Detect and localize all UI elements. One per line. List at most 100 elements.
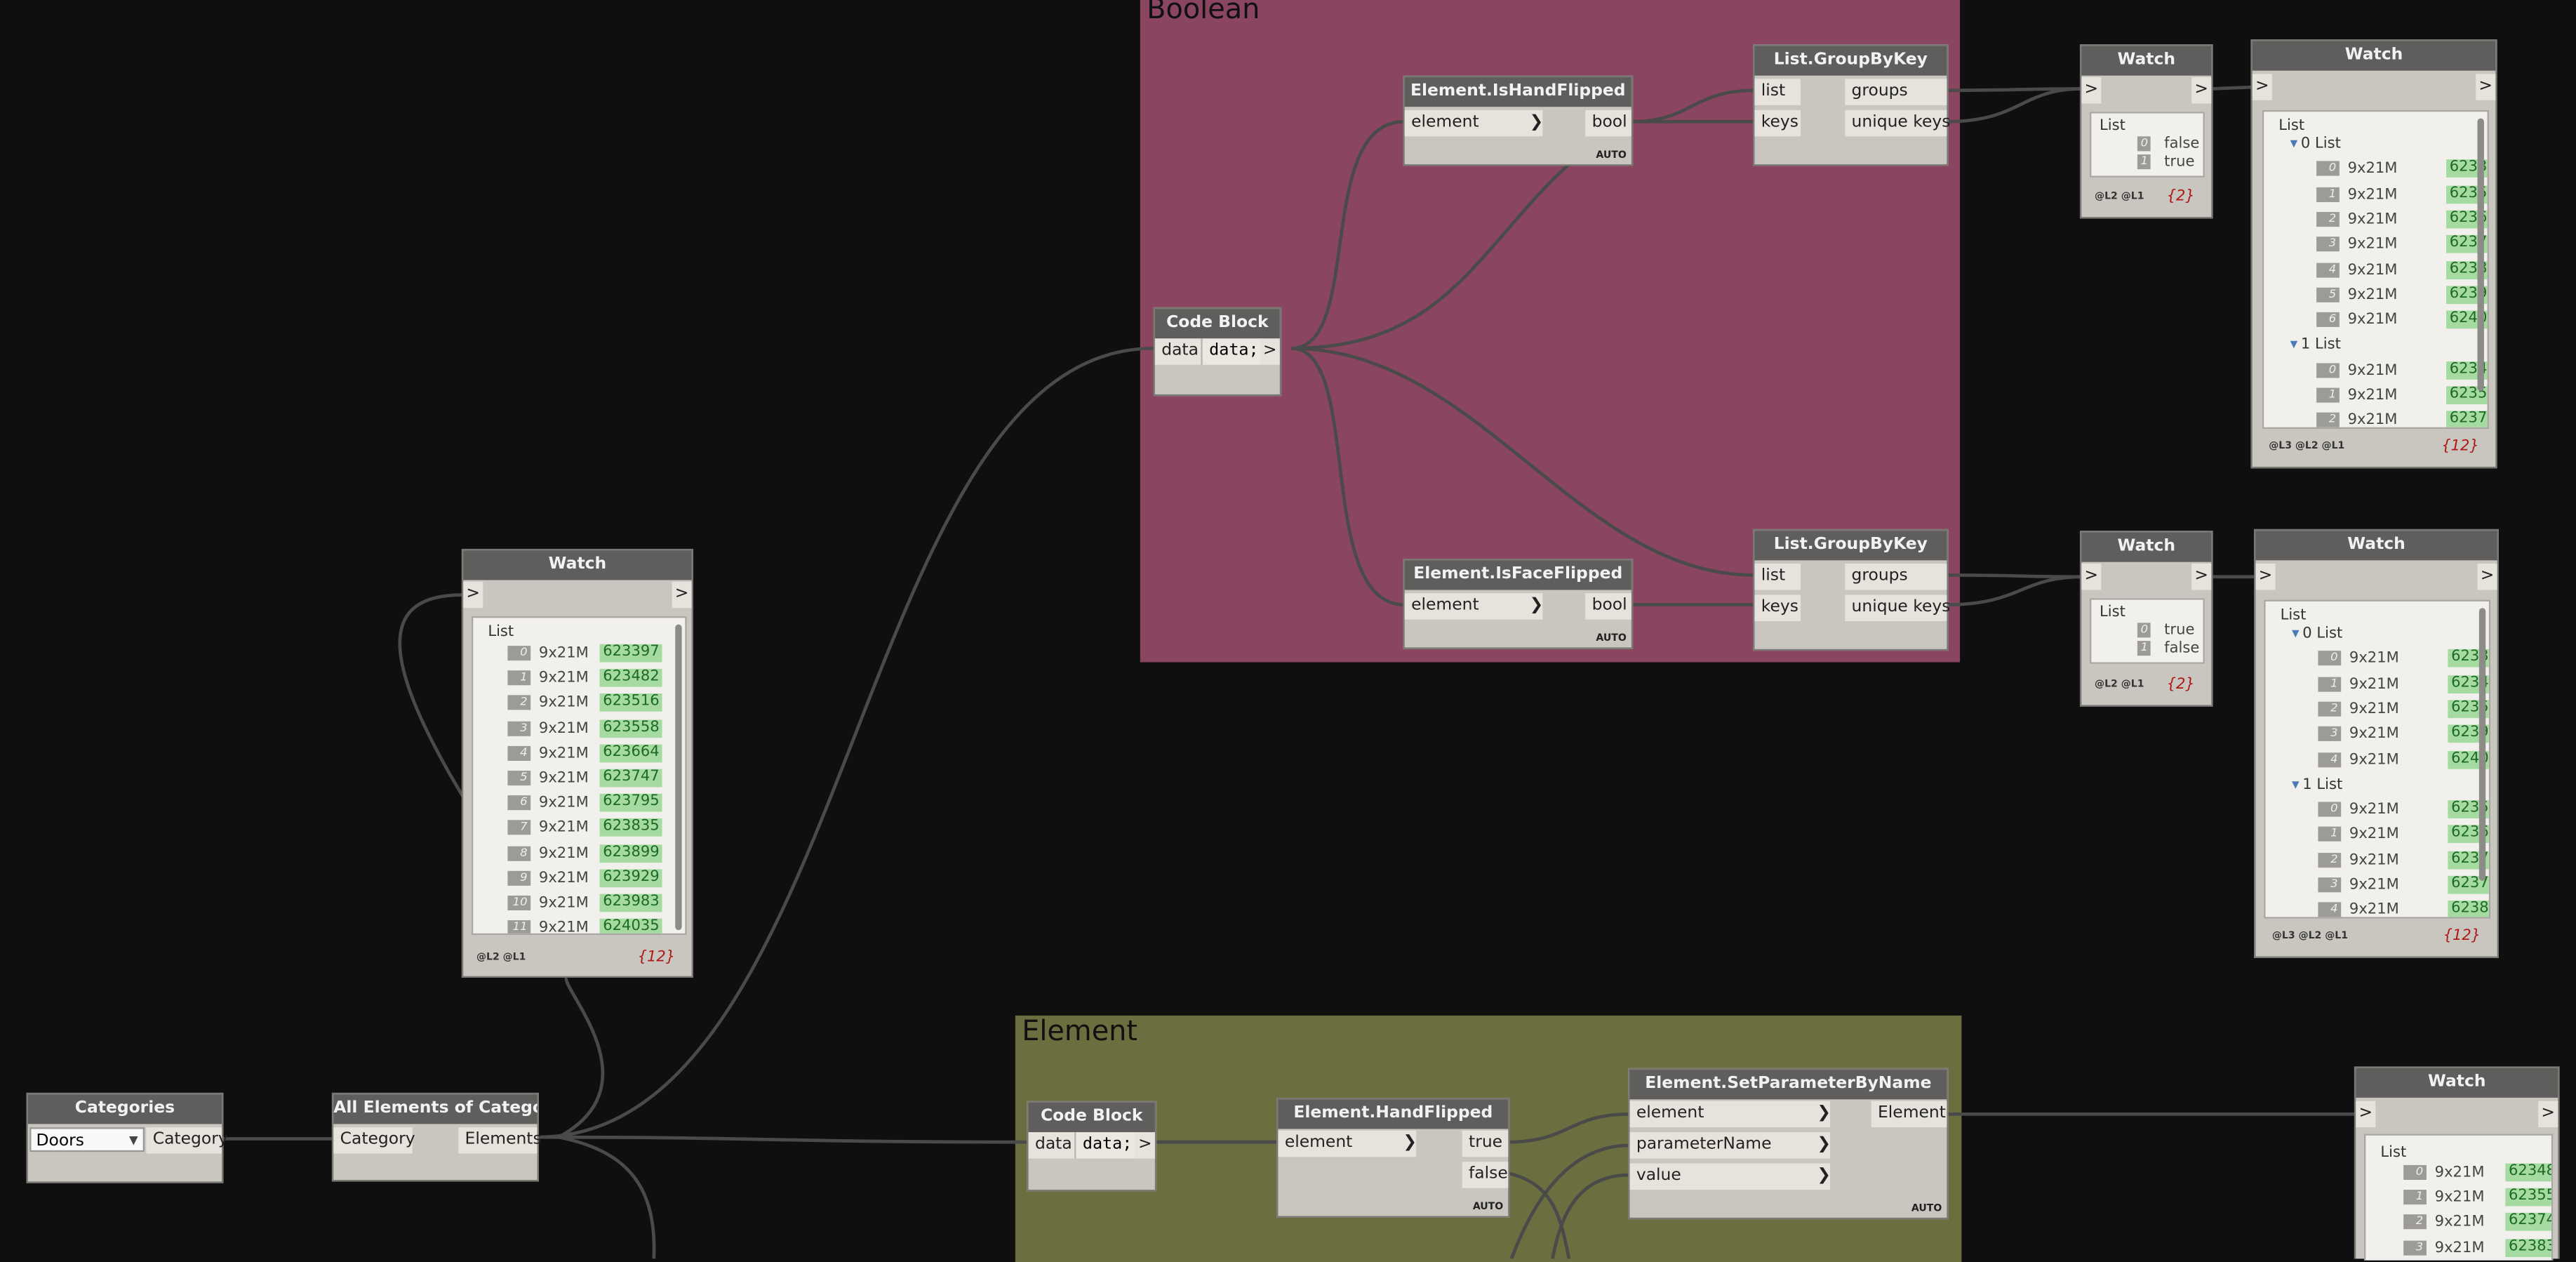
node-is-hand-flipped[interactable]: Element.IsHandFlipped element ❯ bool AUT… — [1403, 75, 1634, 166]
input-port-list[interactable]: list — [1754, 564, 1801, 590]
node-group-by-key-2[interactable]: List.GroupByKey list keys groups unique … — [1753, 529, 1950, 651]
node-all-elements-of-category[interactable]: All Elements of Category Category Elemen… — [331, 1092, 542, 1182]
expand-icon[interactable]: ▾ — [2290, 338, 2298, 354]
output-port-unique-keys[interactable]: unique keys — [1845, 595, 1950, 621]
element-id[interactable]: 623482 — [599, 669, 663, 688]
input-port[interactable]: > — [2081, 77, 2102, 104]
watch-panel[interactable]: List ▾0 List09x21M62339719x21M62351629x2… — [2262, 109, 2489, 430]
scrollbar[interactable] — [2478, 608, 2486, 881]
list-item: 2 9x21M 623747 — [2316, 411, 2488, 427]
graph-canvas[interactable]: Boolean Element Categories Doors ▼ Categ… — [0, 0, 2576, 1262]
item-count: {12} — [2441, 439, 2479, 456]
input-port[interactable]: > — [2252, 74, 2272, 100]
node-watch-keys-1[interactable]: Watch > > List 0 false 1 true @L2 @L1 {2… — [2079, 44, 2213, 219]
node-code-block-element[interactable]: Code Block data data; > — [1027, 1101, 1157, 1192]
sublist-header[interactable]: ▾ 1 List — [2292, 776, 2342, 795]
expand-icon[interactable]: ▾ — [2292, 777, 2300, 793]
category-dropdown[interactable]: Doors ▼ — [29, 1127, 145, 1153]
output-port-elements[interactable]: Elements — [458, 1127, 542, 1154]
input-port-keys[interactable]: keys — [1754, 595, 1801, 621]
element-id[interactable]: 623899 — [599, 844, 663, 863]
sublist-header[interactable]: ▾ 0 List — [2292, 625, 2342, 644]
node-watch-groups-1[interactable]: Watch > > List ▾0 List09x21M62339719x21M… — [2250, 39, 2497, 469]
output-port[interactable]: > — [2191, 77, 2212, 104]
element-id[interactable]: 623558 — [599, 719, 663, 738]
sublist-header[interactable]: ▾ 0 List — [2290, 135, 2341, 154]
input-port-element[interactable]: element — [1629, 1101, 1831, 1128]
watch-panel[interactable]: List 0 false 1 true — [2090, 112, 2205, 178]
output-port[interactable]: > — [2538, 1101, 2558, 1128]
output-port[interactable]: > — [1260, 338, 1280, 365]
node-title: All Elements of Category — [333, 1094, 538, 1124]
scrollbar[interactable] — [2477, 118, 2484, 392]
input-port-parameter-name[interactable]: parameterName — [1629, 1132, 1831, 1159]
node-code-block-boolean[interactable]: Code Block data data; > — [1153, 307, 1282, 397]
input-port-element[interactable]: element — [1278, 1130, 1417, 1157]
element-id[interactable]: 623795 — [599, 794, 663, 812]
sublist-header[interactable]: ▾ 1 List — [2290, 336, 2341, 356]
output-port-bool[interactable]: bool — [1585, 109, 1631, 137]
expand-icon[interactable]: ▾ — [2290, 136, 2298, 152]
expand-icon[interactable]: ▾ — [2292, 626, 2300, 642]
element-id[interactable]: 623983 — [599, 894, 663, 912]
input-port-keys[interactable]: keys — [1754, 109, 1801, 137]
output-port[interactable]: > — [2191, 564, 2212, 590]
input-port-category[interactable]: Category — [333, 1127, 415, 1154]
node-watch-bottom[interactable]: Watch > > List 0 9x21M 623482 1 9x21M 623558 2… — [2354, 1066, 2560, 1261]
watch-panel[interactable]: List 0 9x21M 623482 1 9x21M 623558 2 9x21M 62374… — [2363, 1134, 2554, 1261]
code-editor[interactable]: data; — [1074, 1132, 1137, 1159]
output-port-element[interactable]: Element — [1871, 1101, 1947, 1128]
output-port[interactable]: > — [2477, 564, 2497, 590]
output-port-bool[interactable]: bool — [1585, 593, 1631, 620]
element-id[interactable]: 623558 — [2505, 1188, 2551, 1207]
element-id[interactable]: 623835 — [2505, 1238, 2551, 1257]
node-is-face-flipped[interactable]: Element.IsFaceFlipped element ❯ bool AUT… — [1403, 559, 1634, 649]
output-port-true[interactable]: true — [1462, 1130, 1509, 1157]
watch-panel[interactable]: List 0 9x21M 623397 1 9x21M 623482 2 9x21M 62351… — [471, 616, 687, 936]
output-port[interactable]: > — [2476, 74, 2496, 100]
element-id[interactable]: 623747 — [599, 769, 663, 788]
input-port[interactable]: > — [2255, 564, 2276, 590]
output-port-category[interactable]: Category — [146, 1127, 228, 1154]
output-port-unique-keys[interactable]: unique keys — [1845, 109, 1950, 137]
input-port-element[interactable]: element — [1404, 593, 1543, 620]
element-id[interactable]: 623664 — [599, 744, 663, 762]
output-port-false[interactable]: false — [1462, 1162, 1509, 1188]
output-port[interactable]: > — [672, 581, 692, 609]
node-hand-flipped[interactable]: Element.HandFlipped element ❯ true false… — [1276, 1097, 1510, 1218]
element-id[interactable]: 623835 — [599, 818, 663, 837]
chevron-right-icon: ❯ — [1403, 1134, 1417, 1153]
list-item: 49x21M623899 — [2316, 260, 2488, 280]
node-watch-groups-2[interactable]: Watch > > List ▾0 List09x21M62339719x21M… — [2254, 529, 2499, 958]
watch-panel[interactable]: List ▾0 List09x21M62339719x21M62348229x2… — [2264, 599, 2491, 919]
element-id[interactable]: 623397 — [599, 644, 663, 663]
input-port-data[interactable]: data — [1028, 1132, 1075, 1159]
input-port[interactable]: > — [2356, 1101, 2376, 1128]
wire-watch1-to-watch2 — [2213, 85, 2255, 91]
element-id[interactable]: 623482 — [2505, 1163, 2551, 1182]
element-id[interactable]: 623835 — [2448, 901, 2489, 917]
input-port-element[interactable]: element — [1404, 109, 1543, 137]
input-port-value[interactable]: value — [1629, 1163, 1831, 1190]
input-port[interactable]: > — [2081, 564, 2102, 590]
element-id[interactable]: 623747 — [2446, 411, 2488, 427]
input-port-list[interactable]: list — [1754, 79, 1801, 105]
node-watch-keys-2[interactable]: Watch > > List 0 true 1 false @L2 @L1 {2… — [2079, 531, 2213, 707]
element-id[interactable]: 624035 — [599, 919, 663, 934]
scrollbar[interactable] — [675, 624, 682, 931]
code-editor[interactable]: data; — [1201, 338, 1264, 365]
input-port[interactable]: > — [463, 581, 483, 609]
node-set-parameter-by-name[interactable]: Element.SetParameterByName element ❯ par… — [1628, 1068, 1949, 1220]
output-port-groups[interactable]: groups — [1845, 79, 1947, 105]
input-port-data[interactable]: data — [1154, 338, 1201, 365]
output-port[interactable]: > — [1135, 1132, 1155, 1159]
element-id[interactable]: 623929 — [599, 869, 663, 887]
watch-panel[interactable]: List 0 true 1 false — [2090, 598, 2205, 664]
node-categories[interactable]: Categories Doors ▼ Category — [26, 1092, 228, 1183]
output-port-groups[interactable]: groups — [1845, 564, 1947, 590]
element-id[interactable]: 623516 — [599, 693, 663, 712]
node-group-by-key-1[interactable]: List.GroupByKey list keys groups unique … — [1753, 44, 1950, 166]
list-item: 19x21M623516 — [2316, 185, 2488, 205]
element-id[interactable]: 623747 — [2505, 1213, 2551, 1232]
node-watch-main[interactable]: Watch > > List 0 9x21M 623397 1 9x21M 623482 2… — [461, 548, 693, 978]
